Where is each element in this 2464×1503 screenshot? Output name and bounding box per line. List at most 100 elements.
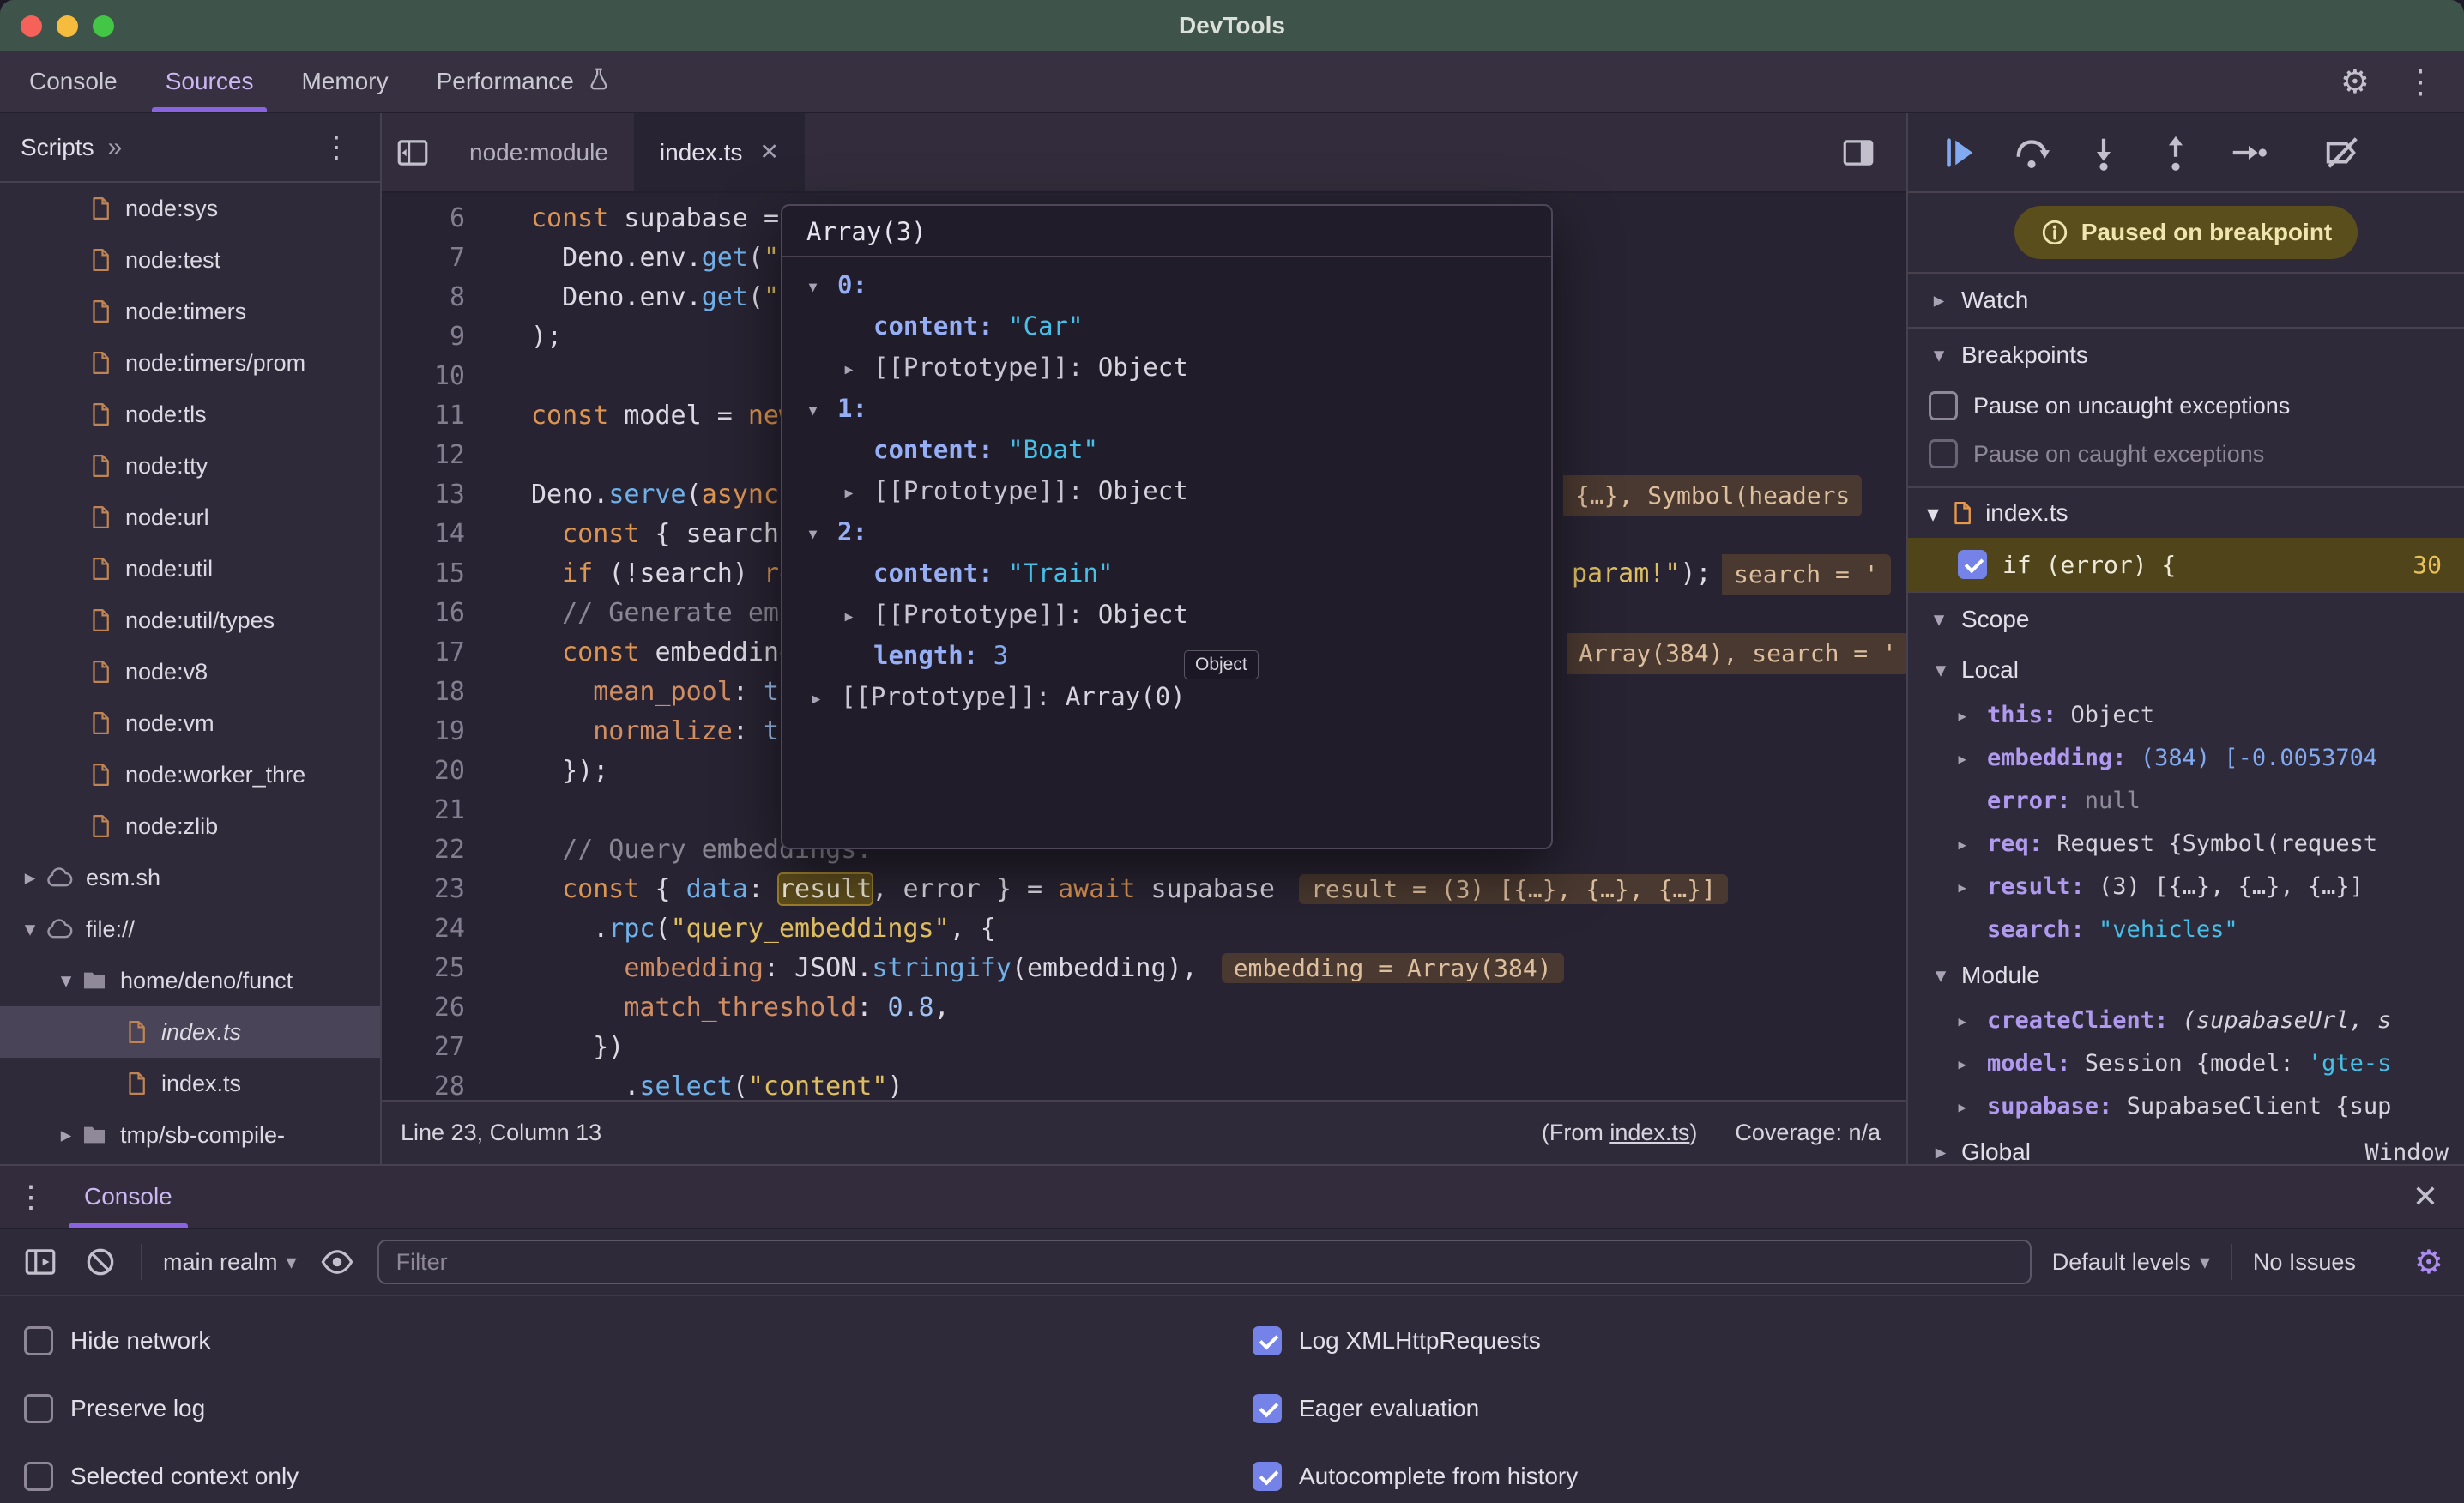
file-tree-item[interactable]: node:sys [0, 183, 380, 234]
tab-console[interactable]: Console [5, 51, 142, 112]
execution-context-selector[interactable]: main realm ▾ [163, 1249, 297, 1276]
breakpoint-checkbox[interactable] [1958, 550, 1987, 579]
settings-gear-icon[interactable]: ⚙ [2340, 63, 2404, 101]
line-number[interactable]: 28 [382, 1067, 465, 1100]
line-number[interactable]: 9 [382, 317, 465, 357]
line-number[interactable]: 7 [382, 238, 465, 278]
line-number[interactable]: 18 [382, 673, 465, 712]
pause-uncaught-checkbox[interactable] [1929, 391, 1958, 420]
file-tree-item[interactable]: ▾home/deno/funct [0, 955, 380, 1006]
console-setting-row[interactable]: Hide network [0, 1307, 1229, 1374]
file-tree-item[interactable]: node:vm [0, 697, 380, 749]
scope-section-local[interactable]: ▾Local [1908, 646, 2464, 694]
breakpoints-section-header[interactable]: ▾ Breakpoints [1908, 327, 2464, 382]
toggle-navigator-icon[interactable] [382, 113, 444, 191]
line-number[interactable]: 8 [382, 278, 465, 317]
step-over-icon[interactable] [2011, 132, 2052, 173]
live-expression-eye-icon[interactable] [317, 1229, 357, 1295]
file-tree-item[interactable]: node:tty [0, 440, 380, 492]
tab-memory[interactable]: Memory [277, 51, 412, 112]
checkbox[interactable] [1253, 1394, 1282, 1423]
scope-variable[interactable]: ▸createClient: (supabaseUrl, s [1908, 999, 2464, 1042]
console-settings-gear-icon[interactable]: ⚙ [2414, 1243, 2443, 1282]
editor-tab-index-ts[interactable]: index.ts✕ [634, 113, 805, 191]
file-tree-item[interactable]: node:util [0, 543, 380, 595]
main-menu-icon[interactable]: ⋮ [2404, 63, 2464, 101]
file-tree-item[interactable]: node:v8 [0, 646, 380, 697]
line-number[interactable]: 20 [382, 752, 465, 791]
line-number[interactable]: 23 [382, 870, 465, 909]
line-number[interactable]: 6 [382, 199, 465, 238]
pause-uncaught-exceptions-row[interactable]: Pause on uncaught exceptions [1908, 382, 2464, 430]
console-setting-row[interactable]: Preserve log [0, 1374, 1229, 1442]
object-property-row[interactable]: content: "Train" [782, 552, 1551, 594]
step-out-icon[interactable] [2155, 132, 2196, 173]
line-number[interactable]: 17 [382, 633, 465, 673]
console-setting-row[interactable]: Selected context only [0, 1442, 1229, 1503]
file-tree-item[interactable]: ▸esm.sh [0, 852, 380, 903]
scope-variable[interactable]: error: null [1908, 780, 2464, 823]
object-property-row[interactable]: length: 3 [782, 635, 1551, 676]
line-number[interactable]: 12 [382, 436, 465, 475]
breakpoint-entry[interactable]: if (error) { 30 [1908, 538, 2464, 591]
line-number[interactable]: 24 [382, 909, 465, 949]
line-number[interactable]: 21 [382, 791, 465, 830]
line-number[interactable]: 16 [382, 594, 465, 633]
console-setting-row[interactable]: Eager evaluation [1229, 1374, 2457, 1442]
breakpoint-file-group[interactable]: ▾ index.ts [1908, 486, 2464, 538]
file-tree-item[interactable]: node:util/types [0, 595, 380, 646]
minimize-window-button[interactable] [57, 15, 78, 37]
file-tree-item[interactable]: ▾file:// [0, 903, 380, 955]
object-property-row[interactable]: ▸[[Prototype]]: Array(0) [782, 676, 1551, 717]
scope-section-header[interactable]: ▾ Scope [1908, 591, 2464, 646]
line-number[interactable]: 10 [382, 357, 465, 396]
line-number[interactable]: 14 [382, 515, 465, 554]
object-property-row[interactable]: ▸[[Prototype]]: Object [782, 470, 1551, 511]
file-tree-item[interactable]: index.ts [0, 1006, 380, 1058]
toggle-debugger-sidebar-icon[interactable] [1827, 113, 1889, 191]
zoom-window-button[interactable] [93, 15, 114, 37]
close-window-button[interactable] [21, 15, 42, 37]
file-tree-item[interactable]: node:test [0, 234, 380, 286]
scope-section-global[interactable]: ▸GlobalWindow [1908, 1128, 2464, 1164]
scope-variable[interactable]: ▸embedding: (384) [-0.0053704 [1908, 737, 2464, 780]
step-icon[interactable] [2227, 132, 2268, 173]
more-tabs-icon[interactable]: » [108, 133, 123, 162]
file-tree-item[interactable]: node:timers [0, 286, 380, 337]
line-number[interactable]: 25 [382, 949, 465, 988]
object-property-row[interactable]: content: "Boat" [782, 429, 1551, 470]
checkbox[interactable] [1253, 1326, 1282, 1355]
object-property-row[interactable]: content: "Car" [782, 305, 1551, 347]
line-number[interactable]: 27 [382, 1028, 465, 1067]
file-tree-item[interactable]: node:worker_thre [0, 749, 380, 800]
line-number[interactable]: 15 [382, 554, 465, 594]
navigator-more-options-icon[interactable]: ⋮ [322, 130, 351, 165]
object-property-row[interactable]: ▸[[Prototype]]: Object [782, 347, 1551, 388]
tab-performance[interactable]: Performance [413, 51, 636, 112]
watch-section-header[interactable]: ▸ Watch [1908, 272, 2464, 327]
pause-caught-checkbox[interactable] [1929, 439, 1958, 468]
source-link[interactable]: index.ts [1609, 1120, 1689, 1145]
console-filter-input[interactable] [377, 1240, 2032, 1284]
console-setting-row[interactable]: Autocomplete from history [1229, 1442, 2457, 1503]
scope-variable[interactable]: ▸req: Request {Symbol(request [1908, 823, 2464, 866]
scope-variable[interactable]: ▸model: Session {model: 'gte-s [1908, 1042, 2464, 1085]
step-into-icon[interactable] [2083, 132, 2124, 173]
deactivate-breakpoints-icon[interactable] [2322, 132, 2363, 173]
scope-section-module[interactable]: ▾Module [1908, 951, 2464, 999]
resume-script-icon[interactable] [1939, 132, 1980, 173]
checkbox[interactable] [24, 1462, 53, 1491]
scope-variable[interactable]: ▸result: (3) [{…}, {…}, {…}] [1908, 866, 2464, 908]
file-tree-item[interactable]: node:url [0, 492, 380, 543]
line-number[interactable]: 22 [382, 830, 465, 870]
scope-variable[interactable]: ▸this: Object [1908, 694, 2464, 737]
editor-tab-node-module[interactable]: node:module [444, 113, 634, 191]
object-property-row[interactable]: ▾2: [782, 511, 1551, 552]
object-property-row[interactable]: ▸[[Prototype]]: Object [782, 594, 1551, 635]
object-property-row[interactable]: ▾0: [782, 264, 1551, 305]
pause-caught-exceptions-row[interactable]: Pause on caught exceptions [1908, 430, 2464, 478]
scope-variable[interactable]: search: "vehicles" [1908, 908, 2464, 951]
file-tree-item[interactable]: index.ts [0, 1058, 380, 1109]
file-tree-item[interactable]: node:zlib [0, 800, 380, 852]
checkbox[interactable] [24, 1394, 53, 1423]
